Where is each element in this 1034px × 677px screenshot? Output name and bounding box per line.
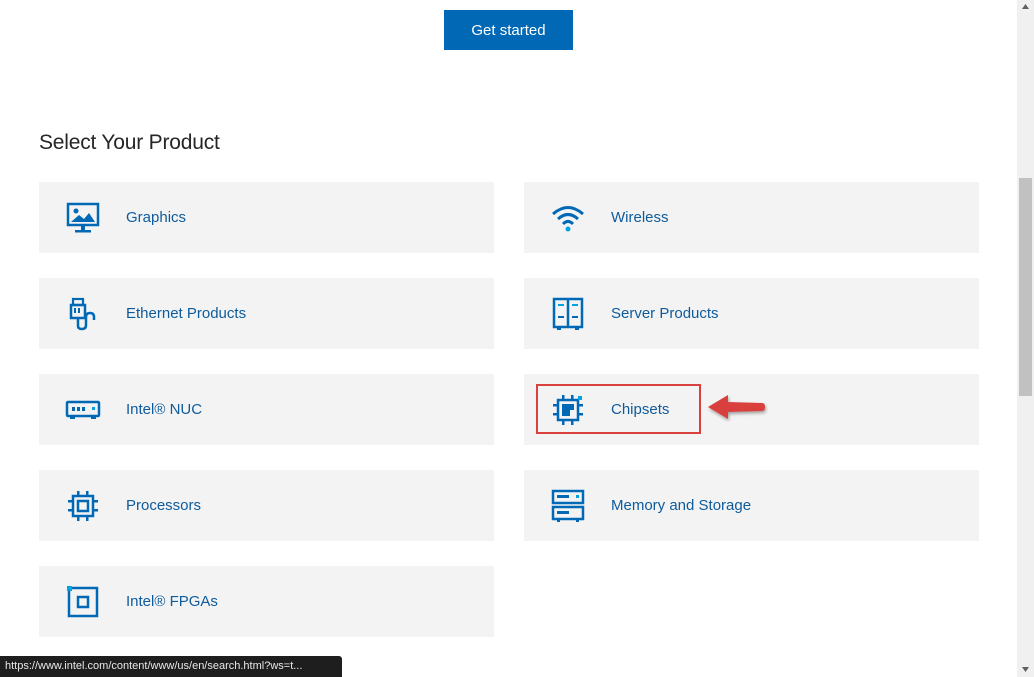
server-icon: [552, 297, 584, 330]
product-label: Chipsets: [611, 401, 670, 418]
product-label: Server Products: [611, 305, 719, 322]
scroll-up-icon[interactable]: [1021, 2, 1030, 11]
fpga-icon: [67, 586, 99, 618]
product-card-ethernet-products[interactable]: Ethernet Products: [39, 278, 494, 349]
vertical-scrollbar[interactable]: [1017, 0, 1034, 677]
status-bar-url: https://www.intel.com/content/www/us/en/…: [0, 656, 342, 677]
monitor-image-icon: [66, 202, 100, 233]
storage-icon: [551, 489, 585, 522]
red-arrow-icon: [708, 395, 765, 419]
product-card-intel-nuc[interactable]: Intel® NUC: [39, 374, 494, 445]
ethernet-cable-icon: [69, 297, 96, 331]
wifi-icon: [552, 206, 584, 232]
product-card-graphics[interactable]: Graphics: [39, 182, 494, 253]
mini-pc-icon: [65, 400, 101, 419]
product-label: Intel® NUC: [126, 401, 203, 418]
product-card-server-products[interactable]: Server Products: [524, 278, 979, 349]
section-title: Select Your Product: [39, 131, 220, 154]
product-card-intel-fpgas[interactable]: Intel® FPGAs: [39, 566, 494, 637]
get-started-button[interactable]: Get started: [444, 10, 573, 50]
product-label: Wireless: [611, 209, 669, 226]
product-label: Ethernet Products: [126, 305, 247, 322]
product-label: Memory and Storage: [611, 497, 752, 514]
product-label: Intel® FPGAs: [126, 593, 218, 610]
scroll-down-icon[interactable]: [1021, 665, 1030, 674]
product-card-memory-and-storage[interactable]: Memory and Storage: [524, 470, 979, 541]
chipset-icon: [553, 395, 583, 425]
product-label: Processors: [126, 497, 202, 514]
processor-icon: [68, 491, 98, 521]
scrollbar-thumb[interactable]: [1019, 178, 1032, 396]
product-card-wireless[interactable]: Wireless: [524, 182, 979, 253]
product-label: Graphics: [126, 209, 187, 226]
product-card-processors[interactable]: Processors: [39, 470, 494, 541]
